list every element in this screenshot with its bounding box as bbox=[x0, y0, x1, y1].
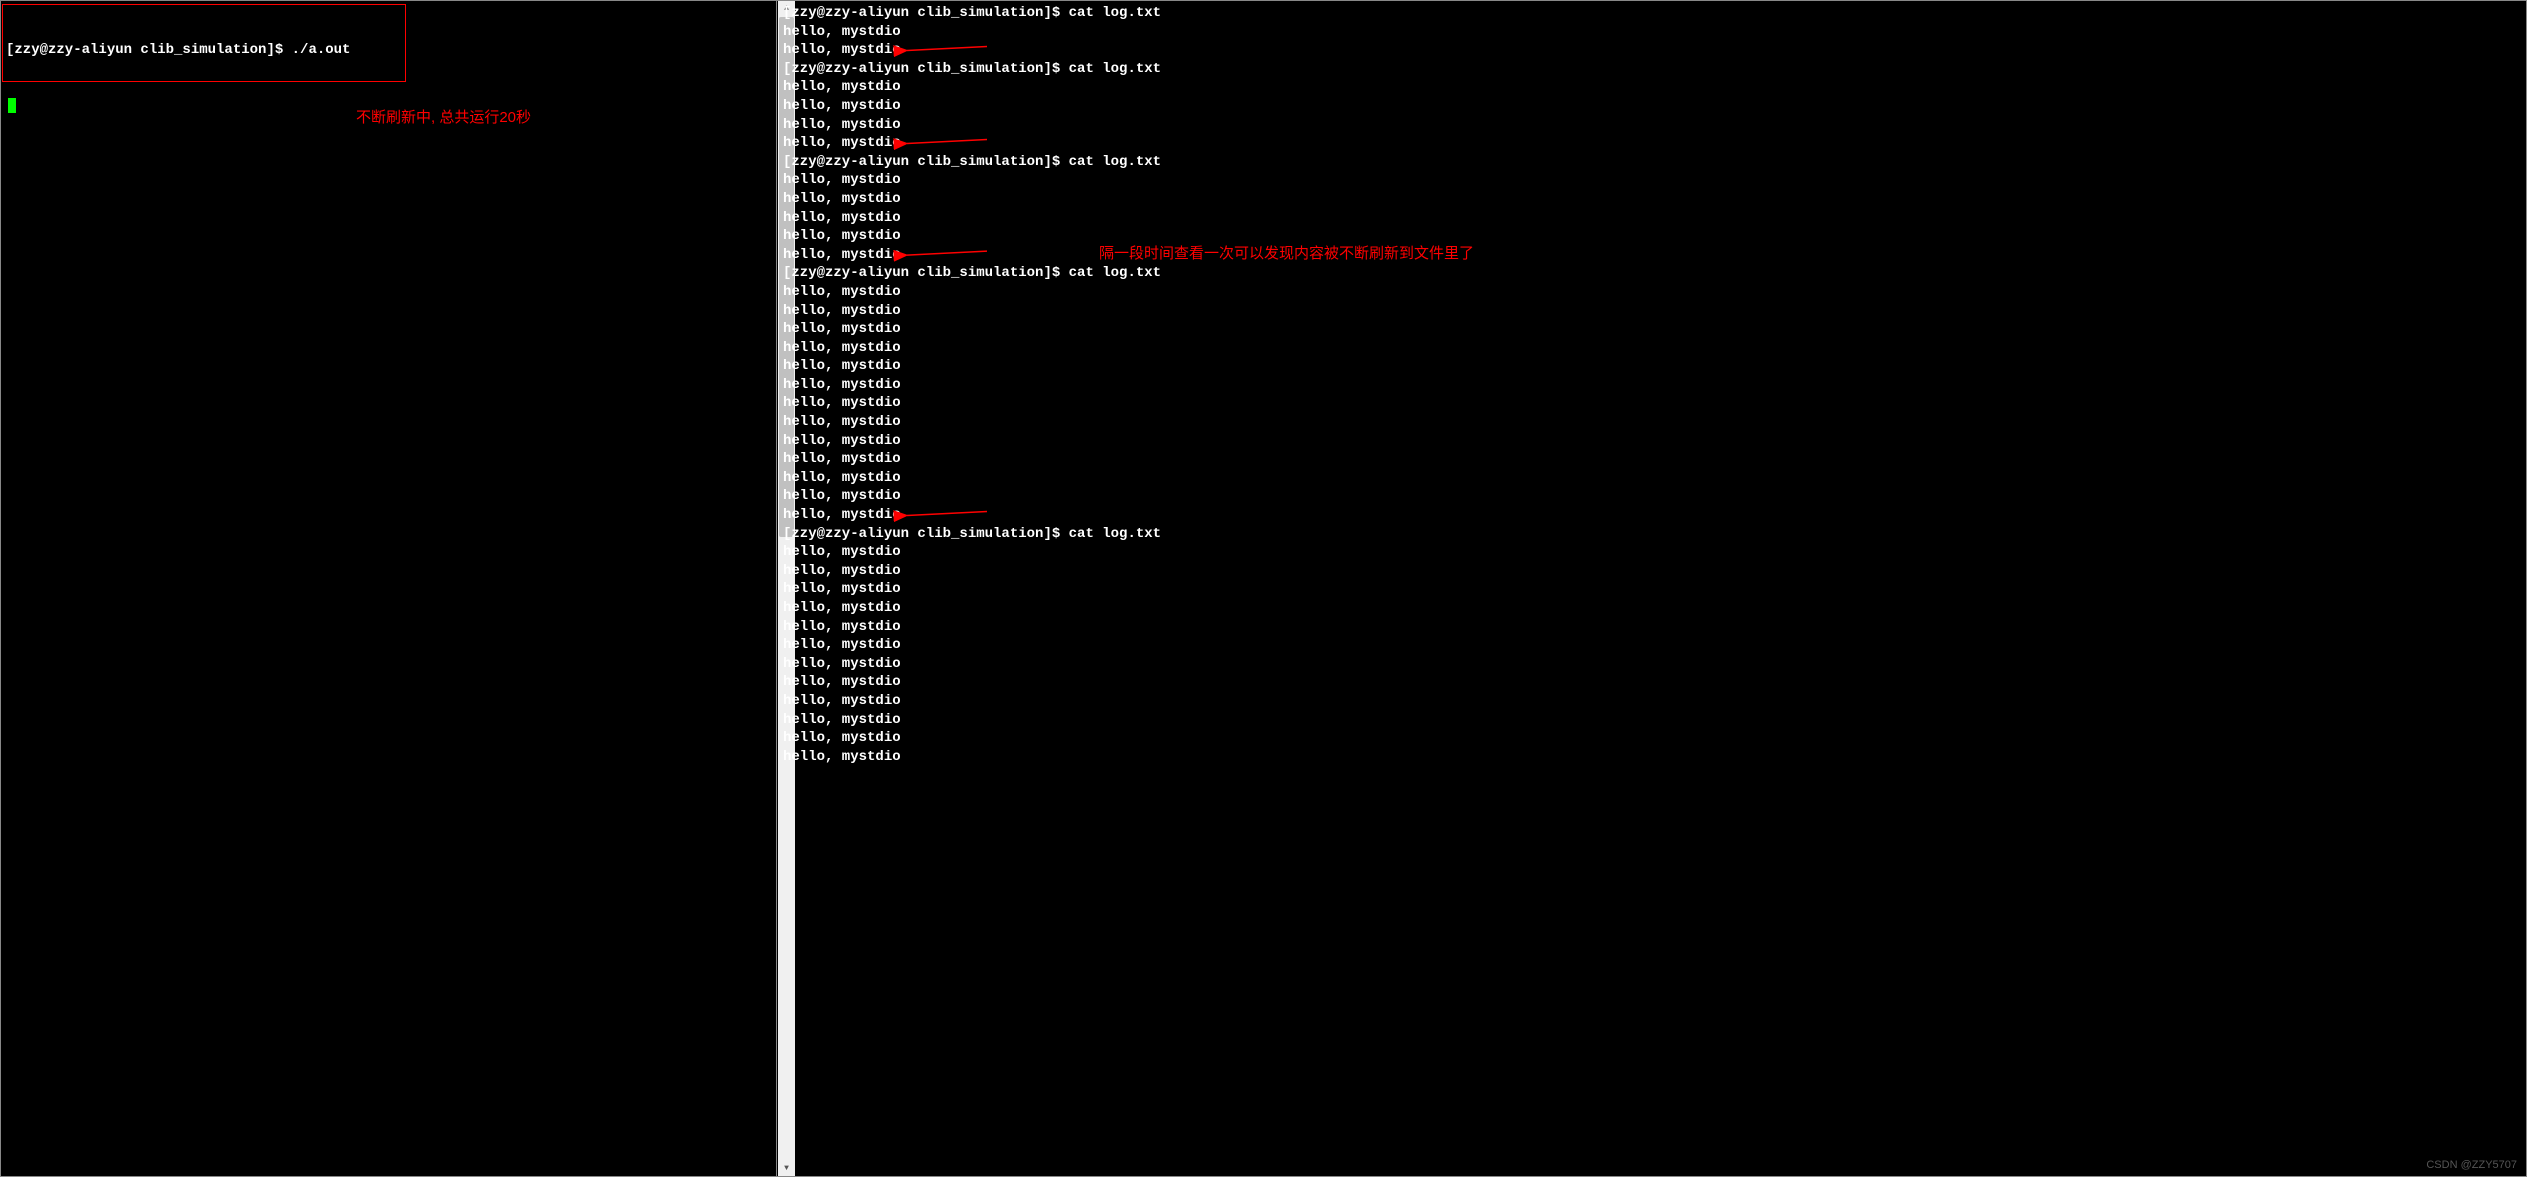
terminal-output-line: hello, mystdio bbox=[783, 394, 2521, 413]
terminal-output-line: hello, mystdio bbox=[783, 692, 2521, 711]
left-prompt: [zzy@zzy-aliyun clib_simulation]$ ./a.ou… bbox=[6, 42, 350, 58]
terminal-output-line: hello, mystdio bbox=[783, 116, 2521, 135]
watermark: CSDN @ZZY5707 bbox=[2426, 1159, 2517, 1171]
terminal-output-line: hello, mystdio bbox=[783, 413, 2521, 432]
terminal-output-line: hello, mystdio bbox=[783, 339, 2521, 358]
terminal-output-line: hello, mystdio bbox=[783, 450, 2521, 469]
terminal-output-line: hello, mystdio bbox=[783, 320, 2521, 339]
right-annotation: 隔一段时间查看一次可以发现内容被不断刷新到文件里了 bbox=[1099, 242, 1474, 263]
terminal-output-line: hello, mystdio bbox=[783, 227, 2521, 246]
terminal-output-line: hello, mystdio bbox=[783, 432, 2521, 451]
terminal-output-line: hello, mystdio bbox=[783, 487, 2521, 506]
terminal-output-line: hello, mystdio bbox=[783, 209, 2521, 228]
left-annotation: 不断刷新中, 总共运行20秒 bbox=[356, 106, 531, 127]
terminal-output-line: hello, mystdio bbox=[783, 283, 2521, 302]
terminal-prompt-line: [zzy@zzy-aliyun clib_simulation]$ cat lo… bbox=[783, 153, 2521, 172]
terminal-output-line: hello, mystdio bbox=[783, 618, 2521, 637]
terminal-output-line: hello, mystdio bbox=[783, 376, 2521, 395]
terminal-output-line: hello, mystdio bbox=[783, 78, 2521, 97]
terminal-prompt-line: [zzy@zzy-aliyun clib_simulation]$ cat lo… bbox=[783, 4, 2521, 23]
terminal-output-line: hello, mystdio bbox=[783, 580, 2521, 599]
terminal-output-line: hello, mystdio bbox=[783, 190, 2521, 209]
terminal-output-line: hello, mystdio bbox=[783, 171, 2521, 190]
terminal-output-line: hello, mystdio bbox=[783, 134, 2521, 153]
terminal-output-line: hello, mystdio bbox=[783, 469, 2521, 488]
terminal-output-line: hello, mystdio bbox=[783, 23, 2521, 42]
terminal-cursor bbox=[8, 98, 16, 113]
terminal-output-line: hello, mystdio bbox=[783, 711, 2521, 730]
terminal-output-line: hello, mystdio bbox=[783, 246, 2521, 265]
terminal-output-line: hello, mystdio bbox=[783, 506, 2521, 525]
terminal-output-line: hello, mystdio bbox=[783, 748, 2521, 767]
terminal-output-line: hello, mystdio bbox=[783, 357, 2521, 376]
right-terminal-content: [zzy@zzy-aliyun clib_simulation]$ cat lo… bbox=[777, 0, 2527, 770]
terminal-output-line: hello, mystdio bbox=[783, 599, 2521, 618]
left-terminal-content: [zzy@zzy-aliyun clib_simulation]$ ./a.ou… bbox=[0, 0, 776, 157]
terminal-output-line: hello, mystdio bbox=[783, 673, 2521, 692]
terminal-output-line: hello, mystdio bbox=[783, 562, 2521, 581]
terminal-output-line: hello, mystdio bbox=[783, 302, 2521, 321]
terminal-prompt-line: [zzy@zzy-aliyun clib_simulation]$ cat lo… bbox=[783, 525, 2521, 544]
terminal-prompt-line: [zzy@zzy-aliyun clib_simulation]$ cat lo… bbox=[783, 60, 2521, 79]
terminal-output-line: hello, mystdio bbox=[783, 729, 2521, 748]
terminal-prompt-line: [zzy@zzy-aliyun clib_simulation]$ cat lo… bbox=[783, 264, 2521, 283]
terminal-output-line: hello, mystdio bbox=[783, 41, 2521, 60]
terminal-output-line: hello, mystdio bbox=[783, 543, 2521, 562]
terminal-output-line: hello, mystdio bbox=[783, 636, 2521, 655]
left-terminal-pane[interactable]: [zzy@zzy-aliyun clib_simulation]$ ./a.ou… bbox=[0, 0, 777, 1177]
right-terminal-pane[interactable]: [zzy@zzy-aliyun clib_simulation]$ cat lo… bbox=[777, 0, 2527, 1177]
terminal-output-line: hello, mystdio bbox=[783, 655, 2521, 674]
terminal-output-line: hello, mystdio bbox=[783, 97, 2521, 116]
